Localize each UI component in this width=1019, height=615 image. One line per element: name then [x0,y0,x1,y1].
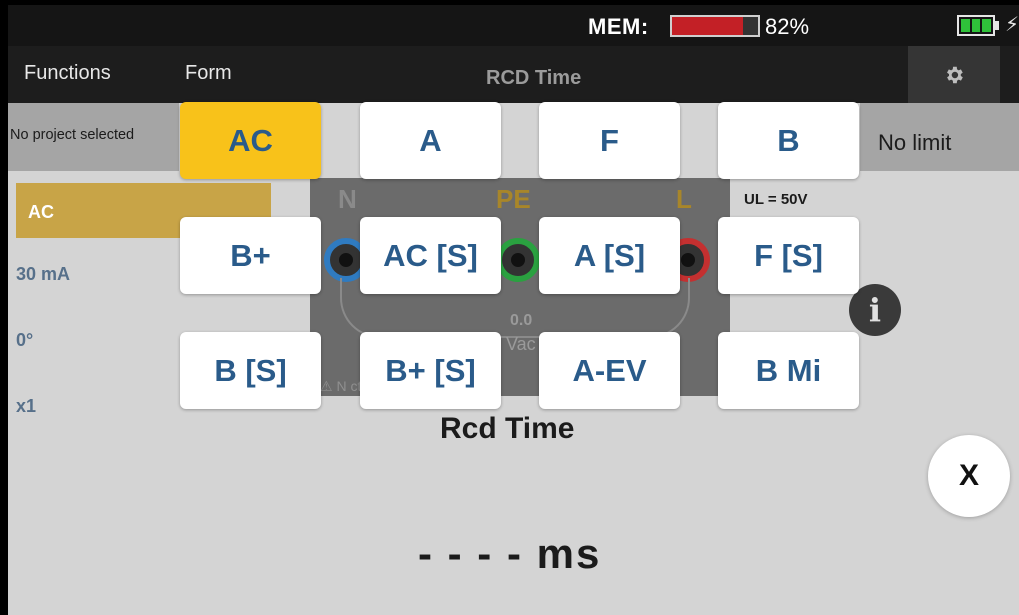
frame-border-top [0,0,1019,5]
voltage-unit: Vac [506,334,536,354]
measurement-value: - - - - [418,530,523,577]
left-item-phase[interactable]: 0° [16,330,33,351]
option-a-s[interactable]: A [S] [539,217,680,294]
option-ac[interactable]: AC [180,102,321,179]
option-f[interactable]: F [539,102,680,179]
voltage-value: 0.0 [510,312,533,329]
settings-button[interactable] [908,46,1000,103]
form-tab[interactable]: Form [185,62,232,85]
terminal-pe-label: PE [496,184,531,214]
frame-border-left [0,0,8,615]
terminal-l-label: L [676,184,692,214]
option-a-ev[interactable]: A-EV [539,332,680,409]
project-selector[interactable]: No project selected [8,103,179,171]
terminal-pe-jack [496,238,540,282]
option-b-s[interactable]: B [S] [180,332,321,409]
option-ac-s[interactable]: AC [S] [360,217,501,294]
top-nav: Functions Form RCD Time [8,46,1019,103]
measurement-unit: ms [536,530,602,577]
status-bar: MEM: 82% ⚡ [8,5,1019,46]
measurement-title: Rcd Time [440,412,575,445]
option-b[interactable]: B [718,102,859,179]
terminal-n-label: N [338,184,357,214]
option-b-plus[interactable]: B+ [180,217,321,294]
left-item-current[interactable]: 30 mA [16,264,70,285]
ul-limit: UL = 50V [744,191,808,208]
plug-icon: ⚡ [1005,14,1019,36]
functions-tab[interactable]: Functions [24,62,111,85]
option-a[interactable]: A [360,102,501,179]
gear-icon [947,66,963,83]
measurement-reading: - - - - ms [418,530,601,578]
limit-display: No limit [860,103,1019,171]
screen: MEM: 82% ⚡ Functions Form RCD Time No pr… [0,0,1019,615]
close-button[interactable]: X [928,435,1010,517]
option-b-plus-s[interactable]: B+ [S] [360,332,501,409]
option-f-s[interactable]: F [S] [718,217,859,294]
memory-usage-bar [670,15,760,37]
memory-percent: 82% [765,14,810,39]
battery-icon [957,15,995,36]
left-item-multiplier[interactable]: x1 [16,396,36,417]
memory-usage-fill [672,17,743,35]
option-b-mi[interactable]: B Mi [718,332,859,409]
page-title: RCD Time [486,67,582,89]
memory-label: MEM: [588,14,649,39]
battery-tip [995,21,999,30]
